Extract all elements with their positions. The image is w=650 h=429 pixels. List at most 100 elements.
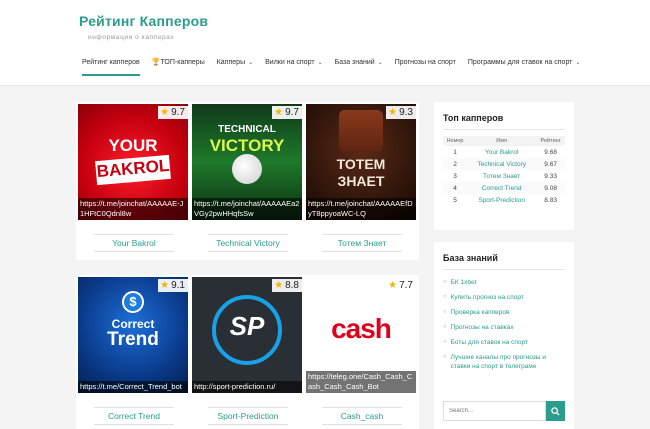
col-header: Имя <box>467 136 537 146</box>
rating-cell: 9.33 <box>544 172 557 180</box>
art-logo: cash <box>331 313 392 344</box>
card-title[interactable]: Correct Trend <box>94 407 174 425</box>
star-icon: ★ <box>274 280 284 291</box>
capper-card-cash[interactable]: cash ★ 7.7 https://teleg.one/Cash_Cash_Ca… <box>306 277 416 425</box>
rank-cell: 4 <box>443 182 468 194</box>
name-cell[interactable]: Your Bakrol <box>467 146 536 158</box>
card-link[interactable]: http://sport-prediction.ru/ <box>192 381 302 393</box>
table-row: 3 Тотем Знает 9.33 <box>443 170 565 182</box>
rating-cell: 9.67 <box>536 158 565 170</box>
rating-cell: 9.08 <box>536 182 565 194</box>
nav-item-programs[interactable]: Программы для ставок на спорт ⌄ <box>468 56 581 76</box>
name-cell[interactable]: Тотем Знает <box>467 170 536 182</box>
art-line-1: YOUR <box>108 136 158 155</box>
card-title[interactable]: Sport-Prediction <box>208 407 288 425</box>
top-cappers-widget: Топ капперов Номер Имя Рейтинг 1 Your Ba… <box>434 102 574 230</box>
chevron-down-icon: ⌄ <box>377 60 383 66</box>
col-header: Номер <box>443 136 468 146</box>
chevron-down-icon: ⌄ <box>575 60 581 66</box>
art-logo: SP <box>229 311 265 341</box>
card-image[interactable]: $ Correct Trend ★ 9.1 https://t.me/Correc… <box>78 277 188 393</box>
table-row: 4 Correct Trend 9.08 <box>443 182 565 194</box>
search-icon <box>551 406 560 416</box>
top-cappers-table: Номер Имя Рейтинг 1 Your Bakrol 9.68 2 T… <box>443 136 565 206</box>
art-line-1: TECHNICAL <box>218 124 276 135</box>
card-image[interactable]: SP ★ 8.8 http://sport-prediction.ru/ <box>192 277 302 393</box>
capper-card-your-bakrol[interactable]: YOUR BAKROL ★ 9.7 https://t.me/joinchat/A… <box>78 104 188 252</box>
rank-cell: 2 <box>443 158 468 170</box>
search-button[interactable] <box>546 401 565 421</box>
site-title[interactable]: Рейтинг Капперов <box>79 13 208 29</box>
name-cell[interactable]: Sport-Prediction <box>467 194 536 206</box>
rating-badge: ★ 9.7 <box>272 106 302 119</box>
art-line-2: Trend <box>107 329 159 350</box>
nav-item-rating[interactable]: Рейтинг капперов <box>82 56 140 76</box>
card-title[interactable]: Тотем Знает <box>322 234 402 252</box>
list-item[interactable]: ○ Лучшие каналы про прогнозы и ставки на … <box>443 353 565 371</box>
rating-badge: ★ 8.8 <box>272 279 302 292</box>
table-header-row: Номер Имя Рейтинг <box>443 136 565 146</box>
card-title[interactable]: Your Bakrol <box>94 234 174 252</box>
card-image[interactable]: ТОТЕМ ЗНАЕТ ★ 9.3 https://t.me/joinchat/A… <box>306 104 416 220</box>
list-item[interactable]: ○ Проверка капперов <box>443 308 565 317</box>
circle-icon: ○ <box>443 339 447 345</box>
rating-cell: 8.83 <box>544 196 557 204</box>
table-row: 5 Sport-Prediction 8.83 <box>443 194 565 206</box>
search-input[interactable] <box>443 401 546 421</box>
nav-item-predictions[interactable]: Прогнозы на спорт <box>395 56 456 76</box>
card-image[interactable]: cash ★ 7.7 https://teleg.one/Cash_Cash_Ca… <box>306 277 416 393</box>
card-link[interactable]: https://t.me/Correct_Trend_bot <box>78 381 188 393</box>
card-link[interactable]: https://t.me/joinchat/AAAAAEa2VGy2pwHHqf… <box>192 198 302 220</box>
card-image[interactable]: TECHNICAL VICTORY ★ 9.7 https://t.me/join… <box>192 104 302 220</box>
soccer-ball-icon <box>232 154 262 184</box>
nav-item-knowledge[interactable]: База знаний ⌄ <box>335 56 383 76</box>
search-form <box>443 401 565 421</box>
chevron-down-icon: ⌄ <box>317 60 323 66</box>
capper-card-correct-trend[interactable]: $ Correct Trend ★ 9.1 https://t.me/Correc… <box>78 277 188 425</box>
nav-item-top[interactable]: 🏆ТОП-капперы <box>152 56 205 76</box>
list-item[interactable]: ○ Купить прогноз на спорт <box>443 293 565 302</box>
list-item[interactable]: ○ Прогнозы на ставках <box>443 323 565 332</box>
card-image[interactable]: YOUR BAKROL ★ 9.7 https://t.me/joinchat/A… <box>78 104 188 220</box>
main-nav: Рейтинг капперов 🏆ТОП-капперы Капперы ⌄ В… <box>82 56 592 76</box>
rating-badge: ★ 9.3 <box>386 106 416 119</box>
card-title[interactable]: Cash_cash <box>322 407 402 425</box>
card-link[interactable]: https://t.me/joinchat/AAAAAE-J1HFtC0Qdnl… <box>78 198 188 220</box>
cards-row-1: YOUR BAKROL ★ 9.7 https://t.me/joinchat/A… <box>76 102 419 260</box>
widget-title: База знаний <box>443 253 498 263</box>
nav-item-cappers[interactable]: Капперы ⌄ <box>217 56 253 76</box>
rank-cell: 1 <box>453 148 457 156</box>
nav-item-forks[interactable]: Вилки на спорт ⌄ <box>265 56 322 76</box>
rank-cell: 3 <box>453 172 457 180</box>
knowledge-list: ○ БК 1xbet ○ Купить прогноз на спорт ○ Пров… <box>443 278 565 371</box>
art-line-2: VICTORY <box>209 136 285 155</box>
name-cell[interactable]: Technical Victory <box>467 158 537 170</box>
name-cell[interactable]: Correct Trend <box>467 182 537 194</box>
capper-card-technical-victory[interactable]: TECHNICAL VICTORY ★ 9.7 https://t.me/join… <box>192 104 302 252</box>
capper-card-sport-prediction[interactable]: SP ★ 8.8 http://sport-prediction.ru/ Spor… <box>192 277 302 425</box>
card-link[interactable]: https://t.me/joinchat/AAAAAEfDyT8ppyoaWC… <box>306 198 416 220</box>
circle-icon: ○ <box>443 294 447 300</box>
star-icon: ★ <box>160 280 170 291</box>
capper-card-totem[interactable]: ТОТЕМ ЗНАЕТ ★ 9.3 https://t.me/joinchat/A… <box>306 104 416 252</box>
star-icon: ★ <box>274 107 284 118</box>
widget-title: Топ капперов <box>443 113 504 123</box>
rating-badge: ★ 9.7 <box>158 106 188 119</box>
art-line-2: ЗНАЕТ <box>337 173 385 189</box>
dollar-icon: $ <box>122 291 144 313</box>
list-item[interactable]: ○ БК 1xbet <box>443 278 565 287</box>
star-icon: ★ <box>160 107 170 118</box>
totem-icon <box>339 110 383 152</box>
cards-row-2: $ Correct Trend ★ 9.1 https://t.me/Correc… <box>76 275 419 429</box>
star-icon: ★ <box>388 107 398 118</box>
knowledge-base-widget: База знаний ○ БК 1xbet ○ Купить прогноз на… <box>434 242 574 429</box>
rating-badge: ★ 7.7 <box>386 279 416 292</box>
table-row: 2 Technical Victory 9.67 <box>443 158 565 170</box>
site-description: информация о капперах <box>88 34 175 41</box>
card-title[interactable]: Technical Victory <box>208 234 288 252</box>
circle-icon: ○ <box>443 354 447 360</box>
circle-icon: ○ <box>443 324 447 330</box>
rating-badge: ★ 9.1 <box>158 279 188 292</box>
card-link[interactable]: https://teleg.one/Cash_Cash_Cash_Cash_Ca… <box>306 371 416 393</box>
list-item[interactable]: ○ Боты для ставок на спорт <box>443 338 565 347</box>
